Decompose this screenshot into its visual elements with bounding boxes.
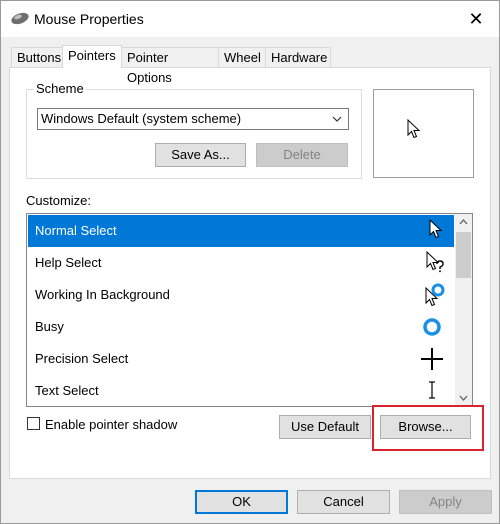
list-item-label: Busy — [35, 319, 64, 334]
crosshair-pointer-icon — [421, 348, 443, 370]
working-pointer-icon — [425, 283, 445, 307]
list-item-text-select[interactable]: Text Select — [28, 375, 454, 406]
pointer-shadow-checkbox[interactable] — [27, 417, 40, 430]
mouse-properties-window: Mouse Properties ✕ Buttons Pointers Poin… — [0, 0, 500, 524]
ibeam-pointer-icon — [429, 381, 435, 399]
scheme-select-value: Windows Default (system scheme) — [41, 111, 242, 126]
close-icon: ✕ — [468, 8, 484, 29]
list-scrollbar[interactable] — [455, 214, 472, 406]
arrow-pointer-icon — [429, 218, 443, 239]
scroll-thumb[interactable] — [456, 232, 471, 278]
window-title: Mouse Properties — [34, 11, 144, 27]
tab-buttons[interactable]: Buttons — [11, 47, 63, 67]
list-item-label: Text Select — [35, 383, 99, 398]
apply-button[interactable]: Apply — [399, 490, 492, 514]
use-default-button[interactable]: Use Default — [279, 415, 371, 439]
list-item-normal-select[interactable]: Normal Select — [28, 215, 454, 247]
busy-pointer-icon — [423, 318, 441, 336]
list-item-label: Normal Select — [35, 223, 117, 238]
browse-highlight-box — [372, 405, 484, 451]
scheme-legend: Scheme — [34, 81, 86, 96]
close-button[interactable]: ✕ — [453, 1, 499, 37]
save-as-button[interactable]: Save As... — [155, 143, 246, 167]
tab-pointers[interactable]: Pointers — [62, 45, 122, 68]
help-pointer-icon — [426, 250, 444, 273]
scroll-down-icon[interactable] — [455, 389, 472, 406]
tab-pointer-options[interactable]: Pointer Options — [121, 47, 219, 85]
pointer-shadow-label[interactable]: Enable pointer shadow — [45, 417, 177, 432]
list-item-busy[interactable]: Busy — [28, 311, 454, 343]
tab-wheel[interactable]: Wheel — [218, 47, 266, 67]
chevron-down-icon — [332, 109, 342, 136]
mouse-app-icon — [11, 12, 29, 25]
list-item-help-select[interactable]: Help Select — [28, 247, 454, 279]
tab-hardware[interactable]: Hardware — [265, 47, 331, 67]
list-item-working-in-background[interactable]: Working In Background — [28, 279, 454, 311]
title-bar: Mouse Properties ✕ — [1, 1, 499, 37]
list-item-label: Precision Select — [35, 351, 129, 366]
list-item-label: Working In Background — [35, 287, 170, 302]
pointer-list[interactable]: Normal Select Help Select Working In Bac… — [26, 213, 473, 407]
scroll-up-icon[interactable] — [455, 214, 472, 231]
ok-button[interactable]: OK — [195, 490, 288, 514]
pointer-preview — [373, 89, 474, 178]
cancel-button[interactable]: Cancel — [297, 490, 390, 514]
preview-arrow-icon — [407, 119, 421, 139]
customize-label: Customize: — [26, 193, 92, 208]
scheme-select[interactable]: Windows Default (system scheme) — [37, 108, 349, 130]
list-item-label: Help Select — [35, 255, 102, 270]
list-item-precision-select[interactable]: Precision Select — [28, 343, 454, 375]
delete-button[interactable]: Delete — [256, 143, 348, 167]
